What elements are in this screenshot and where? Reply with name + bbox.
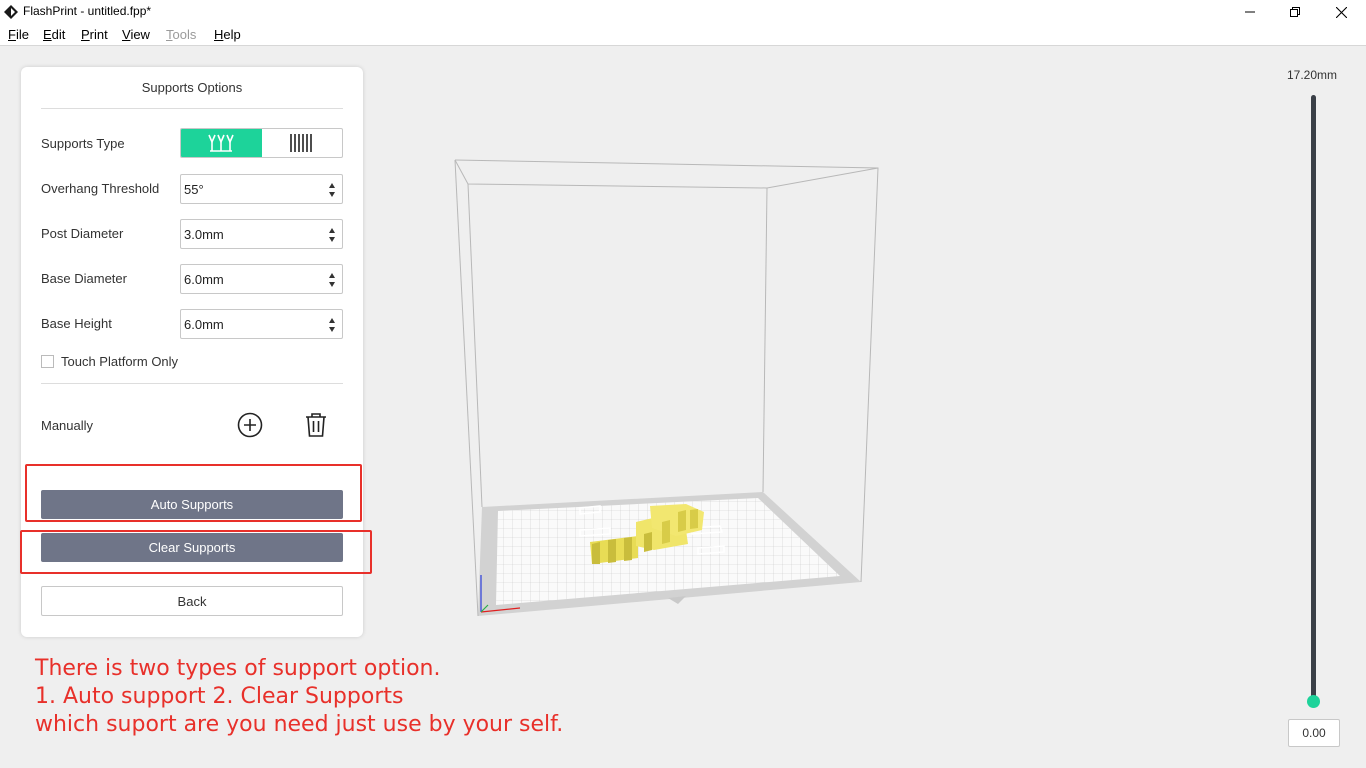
- linear-support-icon: [289, 134, 312, 152]
- restore-button[interactable]: [1272, 0, 1318, 24]
- build-volume-viewport[interactable]: [440, 150, 900, 630]
- clear-supports-highlight-box: [20, 530, 372, 574]
- base-diameter-label: Base Diameter: [41, 271, 127, 286]
- spin-arrows-icon[interactable]: [328, 317, 336, 333]
- menu-view[interactable]: View: [122, 27, 150, 42]
- menu-edit[interactable]: Edit: [43, 27, 65, 42]
- annotation-line-2: 1. Auto support 2. Clear Supports: [35, 684, 404, 709]
- trash-icon: [306, 413, 326, 437]
- title-bar: FlashPrint - untitled.fpp*: [0, 0, 1366, 24]
- tree-support-icon: [208, 134, 234, 152]
- close-icon: [1335, 6, 1347, 18]
- post-diameter-value: 3.0mm: [184, 227, 224, 242]
- spin-arrows-icon[interactable]: [328, 182, 336, 198]
- menu-file[interactable]: File: [8, 27, 29, 42]
- annotation-line-1: There is two types of support option.: [35, 656, 441, 681]
- restore-icon: [1290, 7, 1300, 17]
- overhang-threshold-value: 55°: [184, 182, 204, 197]
- add-circle-icon: [237, 412, 263, 438]
- delete-support-button[interactable]: [302, 411, 330, 439]
- spin-arrows-icon[interactable]: [328, 272, 336, 288]
- window-title: FlashPrint - untitled.fpp*: [23, 4, 152, 18]
- tree-support-option[interactable]: [181, 129, 262, 157]
- divider: [41, 108, 343, 109]
- overhang-threshold-spinbox[interactable]: 55°: [180, 174, 343, 204]
- minimize-icon: [1245, 11, 1255, 13]
- annotation-text: There is two types of support option. 1.…: [35, 655, 563, 739]
- base-height-value: 6.0mm: [184, 317, 224, 332]
- post-diameter-spinbox[interactable]: 3.0mm: [180, 219, 343, 249]
- base-height-label: Base Height: [41, 316, 112, 331]
- base-diameter-spinbox[interactable]: 6.0mm: [180, 264, 343, 294]
- layer-value-input[interactable]: 0.00: [1288, 719, 1340, 747]
- post-diameter-label: Post Diameter: [41, 226, 124, 241]
- layer-height-max-label: 17.20mm: [1287, 68, 1338, 82]
- menu-help[interactable]: Help: [214, 27, 241, 42]
- divider: [41, 383, 343, 384]
- touch-platform-label[interactable]: Touch Platform Only: [61, 354, 178, 369]
- menu-tools[interactable]: Tools: [166, 27, 196, 42]
- menu-print[interactable]: Print: [81, 27, 108, 42]
- close-button[interactable]: [1318, 0, 1364, 24]
- base-height-spinbox[interactable]: 6.0mm: [180, 309, 343, 339]
- supports-type-toggle: [180, 128, 343, 158]
- panel-title: Supports Options: [141, 80, 243, 95]
- linear-support-option[interactable]: [262, 129, 343, 157]
- back-button[interactable]: Back: [41, 586, 343, 616]
- spin-arrows-icon[interactable]: [328, 227, 336, 243]
- flashprint-logo-icon: [4, 5, 18, 19]
- base-diameter-value: 6.0mm: [184, 272, 224, 287]
- layer-slider-handle[interactable]: [1307, 695, 1320, 708]
- touch-platform-checkbox[interactable]: [41, 355, 54, 368]
- menu-bar: File Edit Print View Tools Help: [0, 24, 1366, 46]
- layer-slider-track[interactable]: [1311, 95, 1316, 701]
- annotation-line-3: which suport are you need just use by yo…: [35, 712, 564, 737]
- minimize-button[interactable]: [1227, 0, 1273, 24]
- overhang-threshold-label: Overhang Threshold: [41, 181, 160, 196]
- add-support-button[interactable]: [236, 411, 264, 439]
- manually-label: Manually: [41, 418, 94, 433]
- auto-supports-highlight-box: [25, 464, 362, 522]
- supports-type-label: Supports Type: [41, 136, 125, 151]
